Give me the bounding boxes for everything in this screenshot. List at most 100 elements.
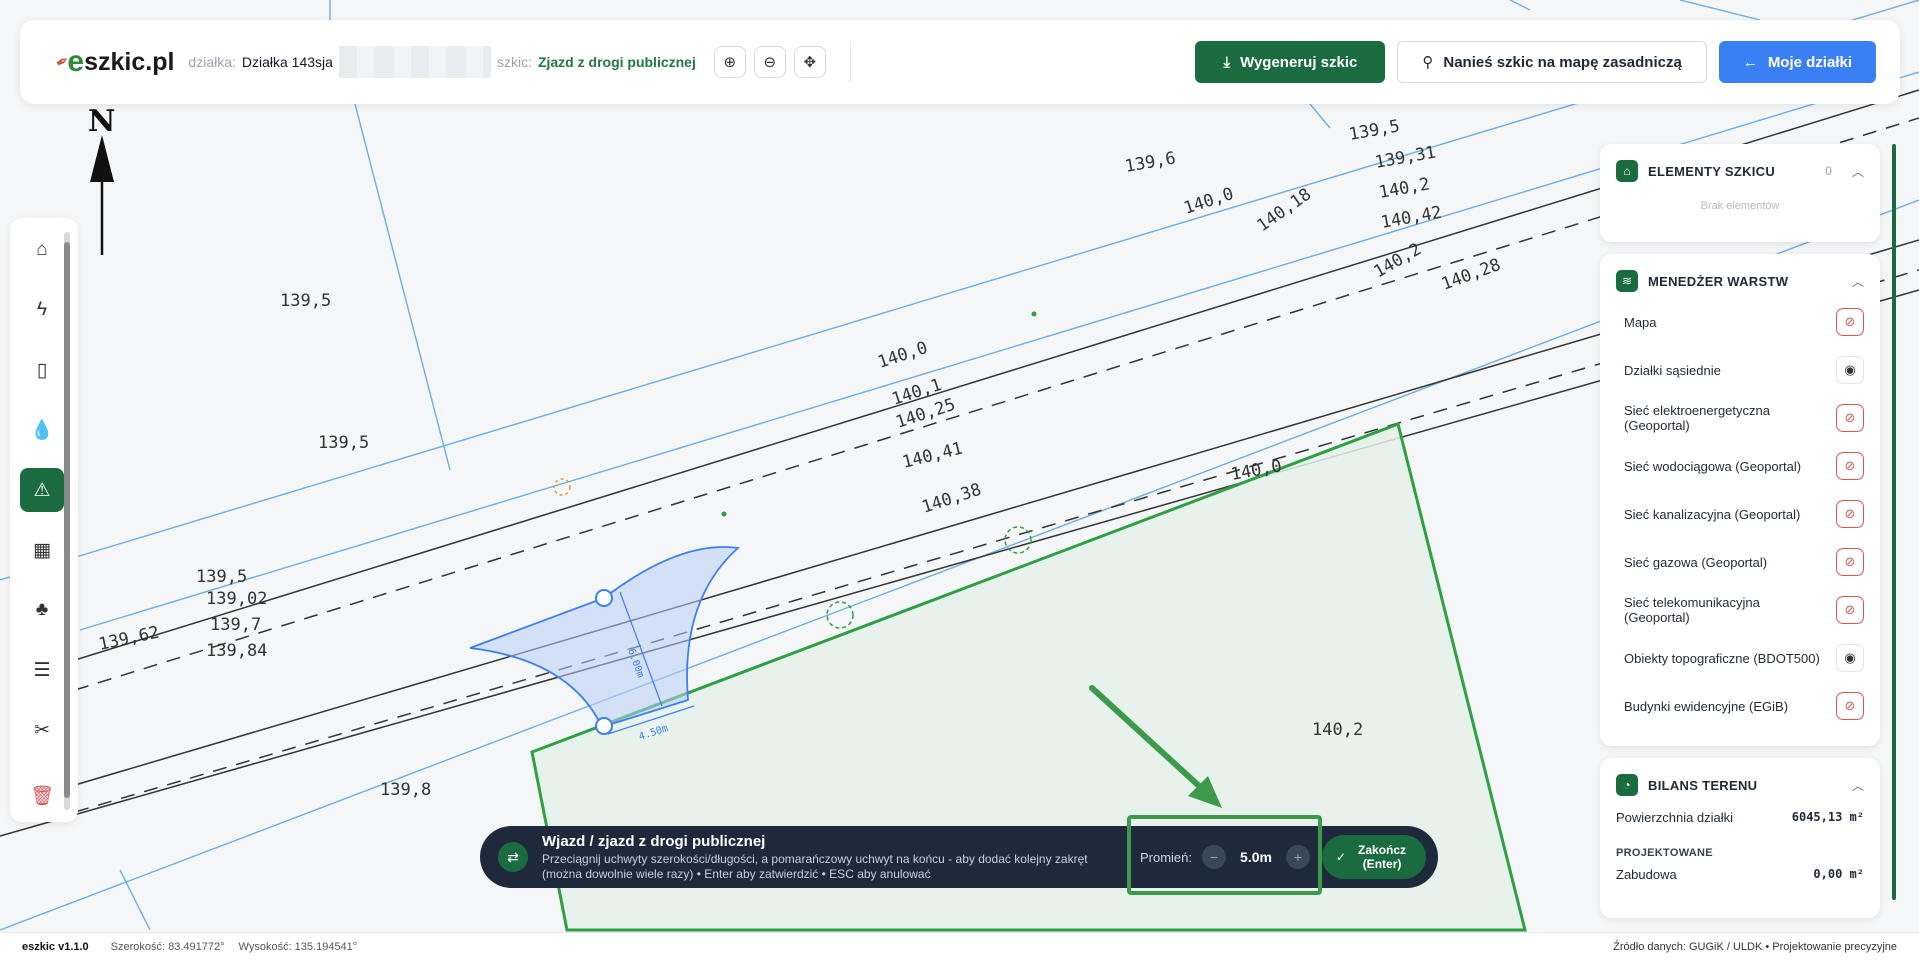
layer-item: Sieć gazowa (Geoportal) ⊘ [1616,538,1864,586]
longitude-readout: Wysokość: 135.194541° [238,940,358,953]
generate-sketch-button[interactable]: ⤓ Wygeneruj szkic [1195,41,1386,83]
layer-name: Działki sąsiednie [1624,362,1721,378]
north-label: N [88,104,116,139]
eye-off-icon[interactable]: ⊘ [1836,596,1864,624]
radius-value: 5.0m [1240,849,1272,865]
eye-off-icon[interactable]: ⊘ [1836,404,1864,432]
layer-item: Działki sąsiednie ◉ [1616,346,1864,394]
radius-increase-button[interactable]: + [1286,845,1310,869]
plus-icon: + [1293,849,1303,865]
instruction-description: Przeciągnij uchwyty szerokości/długości,… [542,851,1088,881]
greenery-tool[interactable]: ♣ [20,588,64,632]
elevation-label: 139,5 [280,291,331,311]
generate-sketch-label: Wygeneruj szkic [1240,53,1358,71]
zoom-in-icon: ⊕ [723,54,737,71]
my-parcels-label: Moje działki [1767,53,1852,71]
right-panel-scrollbar[interactable] [1892,144,1896,900]
home-icon: ⌂ [1616,160,1638,182]
layer-item: Budynki ewidencyjne (EGiB) ⊘ [1616,682,1864,730]
parcel-area-label: Powierzchnia działki [1616,810,1734,825]
elevation-label: 139,7 [210,615,261,635]
layer-item: Obiekty topograficzne (BDOT500) ◉ [1616,634,1864,682]
check-icon: ✓ [1335,850,1347,864]
top-bar: ✒ e szkic.pl działka: Działka 143sja szki… [20,20,1900,104]
pie-chart-icon: ◔ [1616,774,1638,796]
home-tool[interactable]: ⌂ [20,228,64,272]
right-panel: ⌂ ELEMENTY SZKICU 0 ︿ Brak elementów ≋ M… [1600,144,1880,930]
app-logo[interactable]: ✒ e szkic.pl [53,45,175,79]
chevron-up-icon[interactable]: ︿ [1852,163,1864,180]
chevron-up-icon[interactable]: ︿ [1852,777,1864,794]
radius-decrease-button[interactable]: − [1202,845,1226,869]
route-icon: ⇄ [498,842,528,872]
scroll-thumb[interactable] [64,242,70,798]
water-tool[interactable]: 💧 [20,408,64,452]
eye-off-icon[interactable]: ⊘ [1836,500,1864,528]
tools-icon: ✂ [34,719,50,741]
eye-off-icon[interactable]: ⊘ [1836,452,1864,480]
my-parcels-button[interactable]: ← Moje działki [1718,41,1876,83]
parcel-area-value: 6045,13 m² [1791,810,1864,824]
move-icon: ✥ [803,54,817,71]
finish-button[interactable]: ✓ Zakończ (Enter) [1322,835,1426,879]
elevation-label: 139,02 [206,589,267,609]
zoom-out-button[interactable]: ⊖ [753,46,786,78]
road-tool[interactable]: ⚠ [20,468,64,512]
layer-name: Sieć elektroenergetyczna (Geoportal) [1624,403,1770,433]
layer-name: Sieć telekomunikacyjna (Geoportal) [1624,595,1760,625]
left-toolbar-scrollbar[interactable] [64,232,70,810]
layers-icon: ≋ [1616,270,1638,292]
tree-icon: ♣ [35,599,49,620]
tools-tool[interactable]: ✂ [20,708,64,752]
elevation-label: 140,2 [1312,720,1363,740]
minus-icon: − [1209,849,1219,865]
layer-item: Mapa ⊘ [1616,298,1864,346]
layer-name: Mapa [1624,314,1657,330]
eye-off-icon[interactable]: ⊘ [1836,692,1864,720]
data-source: Źródło danych: GUGiK / ULDK • Projektowa… [1613,940,1897,953]
terrain-balance-card: ◔ BILANS TERENU ︿ Powierzchnia działki 6… [1600,758,1880,918]
radius-label: Promień: [1139,849,1192,865]
trash-icon: 🗑 [29,786,55,807]
apply-to-map-button[interactable]: ⚲ Nanieś szkic na mapę zasadniczą [1397,41,1707,83]
list-tool[interactable]: ☰ [20,648,64,692]
eye-icon[interactable]: ◉ [1836,356,1864,384]
terrain-balance-title: BILANS TERENU [1648,777,1758,793]
home-icon: ⌂ [36,239,48,260]
finish-label: Zakończ (Enter) [1358,843,1407,871]
layer-manager-card: ≋ MENEDŻER WARSTW ︿ Mapa ⊘ Działki sąsiedn… [1600,254,1880,746]
breadcrumb: działka: Działka 143sja szkic: Zjazd z d… [188,46,696,78]
instruction-title: Wjazd / zjazd z drogi publicznej [542,832,766,850]
electricity-tool[interactable]: ϟ [20,288,64,332]
eye-icon[interactable]: ◉ [1836,644,1864,672]
building-tool[interactable]: ▦ [20,528,64,572]
layer-manager-title: MENEDŻER WARSTW [1648,273,1789,289]
zoom-out-icon: ⊖ [763,54,777,71]
delete-tool[interactable]: 🗑 [20,774,64,818]
download-icon: ⤓ [1223,53,1231,71]
eye-off-icon[interactable]: ⊘ [1836,548,1864,576]
zoom-in-button[interactable]: ⊕ [713,46,746,78]
empty-elements-text: Brak elementów [1700,200,1780,212]
layer-item: Sieć telekomunikacyjna (Geoportal) ⊘ [1616,586,1864,634]
building-value: 0,00 m² [1813,867,1864,881]
layer-item: Sieć elektroenergetyczna (Geoportal) ⊘ [1616,394,1864,442]
building-icon: ▦ [33,539,51,561]
layer-item: Sieć wodociągowa (Geoportal) ⊘ [1616,442,1864,490]
instruction-bar: ⇄ Wjazd / zjazd z drogi publicznej Przec… [480,826,1438,888]
elements-count: 0 [1825,164,1832,178]
parcel-label: działka: [188,54,236,70]
sketch-elements-title: ELEMENTY SZKICU [1648,163,1776,179]
arrow-left-icon: ← [1742,53,1758,71]
pan-button[interactable]: ✥ [793,46,826,78]
layer-name: Sieć gazowa (Geoportal) [1624,554,1768,570]
eye-off-icon[interactable]: ⊘ [1836,308,1864,336]
app-version: eszkic v1.1.0 [22,940,89,953]
elevation-label: 139,5 [318,433,369,453]
apply-to-map-label: Nanieś szkic na mapę zasadniczą [1443,53,1682,71]
lightning-icon: ϟ [36,299,48,320]
chevron-up-icon[interactable]: ︿ [1852,273,1864,290]
sanitation-tool[interactable]: ▯ [20,348,64,392]
projected-section-title: PROJEKTOWANE [1616,847,1713,859]
stamp-icon: ⚲ [1422,54,1434,71]
